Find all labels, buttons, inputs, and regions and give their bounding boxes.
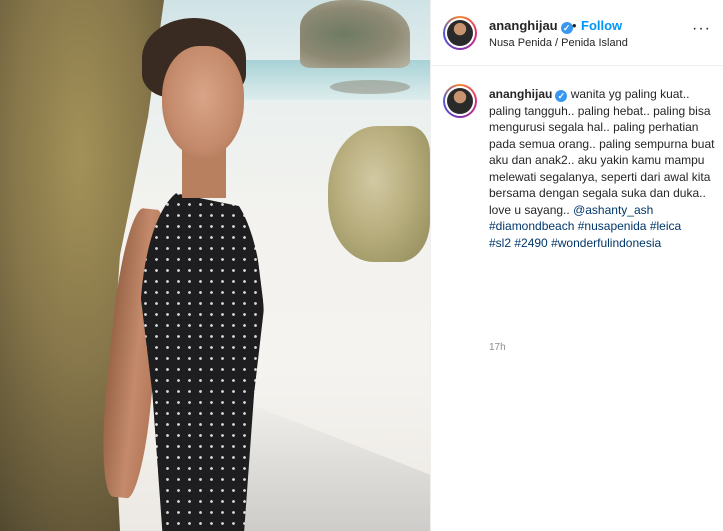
hashtag-link[interactable]: #leica (650, 219, 681, 233)
caption-text: ananghijau ✓ wanita yg paling kuat.. pali… (489, 86, 721, 251)
sea-rock (300, 0, 410, 68)
author-avatar[interactable] (443, 16, 477, 50)
person-outfit (140, 188, 264, 531)
hashtag-link[interactable]: #wonderfulindonesia (551, 236, 661, 250)
hashtag-link[interactable]: #2490 (514, 236, 547, 250)
mention-link[interactable]: @ashanty_ash (573, 203, 653, 217)
follow-button[interactable]: Follow (581, 18, 622, 33)
caption-body: wanita yg paling kuat.. paling tangguh..… (489, 87, 715, 217)
location-link[interactable]: Nusa Penida / Penida Island (489, 37, 628, 49)
person-figure (94, 18, 280, 531)
post-side-panel: ananghijau ✓ • Follow Nusa Penida / Penid… (430, 0, 723, 531)
verified-badge-icon: ✓ (555, 90, 568, 102)
hashtag-link[interactable]: #diamondbeach (489, 219, 574, 233)
separator-dot: • (572, 18, 577, 33)
hashtag-link[interactable]: #sl2 (489, 236, 511, 250)
person-face (162, 46, 244, 158)
distant-rock (330, 80, 410, 94)
hashtag-link[interactable]: #nusapenida (578, 219, 647, 233)
post-photo[interactable] (0, 0, 430, 531)
beach-boulder (328, 126, 430, 262)
post-timestamp[interactable]: 17h (489, 342, 506, 353)
caption-avatar[interactable] (443, 84, 477, 118)
author-username[interactable]: ananghijau ✓ (489, 18, 573, 34)
post-header: ananghijau ✓ • Follow Nusa Penida / Penid… (431, 0, 723, 66)
more-options-icon[interactable]: ··· (692, 20, 711, 38)
verified-badge-icon: ✓ (560, 22, 573, 34)
caption-username[interactable]: ananghijau ✓ (489, 87, 568, 102)
